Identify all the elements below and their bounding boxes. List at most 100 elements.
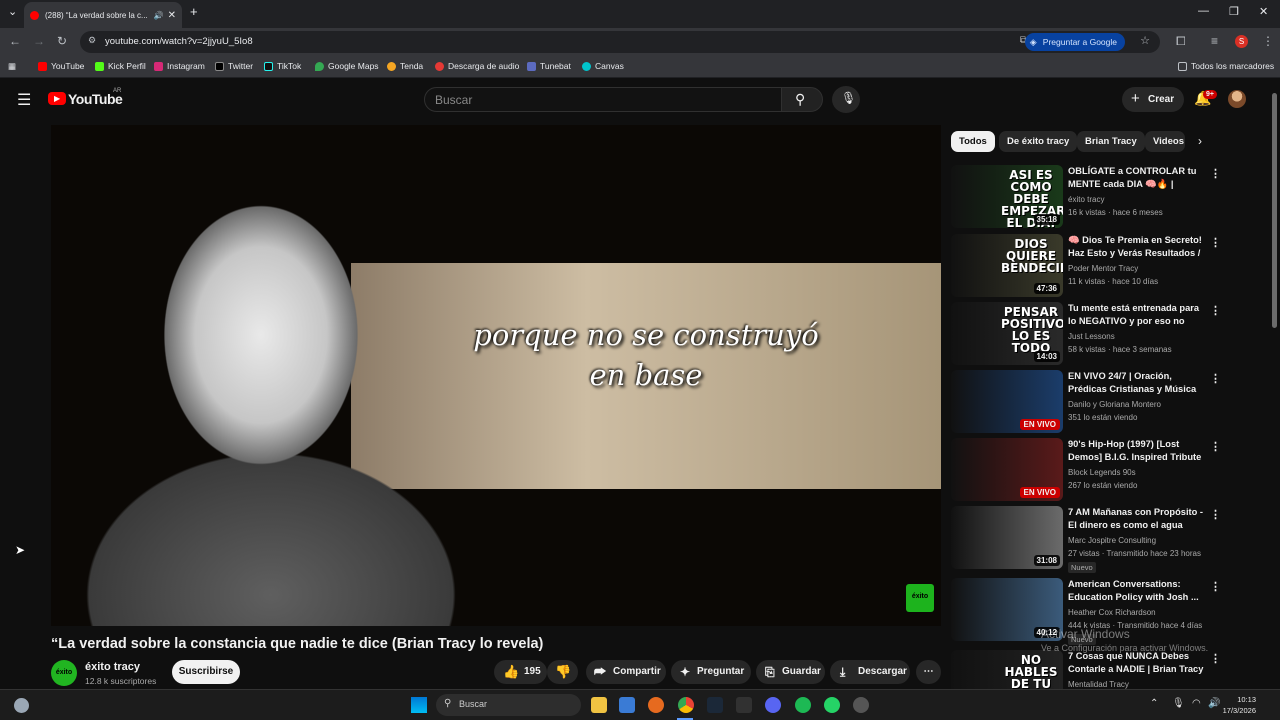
recommendation-title[interactable]: 7 Cosas que NUNCA Debes Contarle a NADIE… [1068,650,1206,676]
taskbar-search[interactable]: ⚲ Buscar [436,694,581,716]
chrome-icon[interactable] [678,697,694,713]
windows-start-icon[interactable] [411,697,427,713]
chip-brian-tracy[interactable]: Brian Tracy [1077,131,1145,152]
search-button[interactable]: ⚲ [781,87,823,112]
save-button[interactable]: ⎘ Guardar [756,660,825,684]
tray-chevron-icon[interactable]: ⌃ [1150,698,1158,709]
file-explorer-icon[interactable] [591,697,607,713]
audio-icon[interactable]: 🔊 [154,11,164,20]
restore-icon[interactable]: ❐ [1229,5,1239,18]
recommendation-item[interactable]: EN VIVO EN VIVO 24/7 | Oración, Prédicas … [951,370,1221,434]
chip-from-channel[interactable]: De éxito tracy [999,131,1078,152]
video-thumbnail[interactable]: 31:08 [951,506,1063,569]
recommendation-item[interactable]: 31:08 7 AM Mañanas con Propósito - El din… [951,506,1221,573]
tab-search-icon[interactable]: ⌄ [8,5,17,18]
volume-icon[interactable]: 🔊 [1208,698,1220,709]
weather-icon[interactable] [14,698,29,713]
more-vertical-icon[interactable]: ⋮ [1210,508,1221,521]
close-tab-icon[interactable]: ✕ [168,10,176,21]
chrome-menu-icon[interactable]: ⋮ [1262,34,1274,48]
video-thumbnail[interactable]: EN VIVO [951,438,1063,501]
recommendation-title[interactable]: EN VIVO 24/7 | Oración, Prédicas Cristia… [1068,370,1206,397]
recommendation-item[interactable]: DIOS QUIERE BENDECIRTE 47:36 🧠 Dios Te Pre… [951,234,1221,298]
download-button[interactable]: ⤓ Descargar [830,660,910,684]
channel-avatar[interactable]: éxito [51,660,77,686]
url-text[interactable]: youtube.com/watch?v=2jjyuU_5Io8 [105,36,253,47]
microphone-tray-icon[interactable]: 🎙 [1172,698,1185,709]
more-vertical-icon[interactable]: ⋮ [1210,440,1221,453]
bookmark-canvas[interactable]: Canvas [582,61,624,71]
profile-avatar[interactable]: S [1235,35,1248,48]
bookmark-audio-download[interactable]: Descarga de audio [435,61,519,71]
video-thumbnail[interactable]: EN VIVO [951,370,1063,433]
chip-all[interactable]: Todos [951,131,995,152]
omnibox[interactable]: ⚙ youtube.com/watch?v=2jjyuU_5Io8 ⧉ ◈ Pr… [80,31,1160,53]
share-button[interactable]: ⮫ Compartir [586,660,666,684]
more-vertical-icon[interactable]: ⋮ [1210,167,1221,180]
subscribe-button[interactable]: Suscribirse [172,660,240,684]
browser-tab[interactable]: (288) “La verdad sobre la c... 🔊 ✕ [24,2,182,28]
all-bookmarks[interactable]: Todos los marcadores [1178,61,1274,71]
video-thumbnail[interactable]: ASI ES COMO DEBE EMPEZAR EL DIA! 35:18 [951,165,1063,228]
chevron-right-icon[interactable]: › [1198,134,1202,148]
bookmark-tiktok[interactable]: TikTok [264,61,301,71]
like-button[interactable]: 👍 195 [494,660,547,684]
chip-videos[interactable]: Videos [1145,131,1185,152]
brave-icon[interactable] [648,697,664,713]
video-thumbnail[interactable]: DIOS QUIERE BENDECIRTE 47:36 [951,234,1063,297]
more-vertical-icon[interactable]: ⋮ [1210,580,1221,593]
whatsapp-icon[interactable] [824,697,840,713]
channel-name[interactable]: éxito tracy [85,661,140,673]
video-player[interactable]: porque no se construyó en base éxito [51,125,941,626]
create-button[interactable]: + Crear [1122,87,1184,112]
recommendation-item[interactable]: PENSAR POSITIVO LO ES TODO 14:03 Tu mente … [951,302,1221,366]
recommendation-title[interactable]: OBLÍGATE a CONTROLAR tu MENTE cada DIA 🧠… [1068,165,1206,192]
youtube-logo-icon[interactable]: ▶ [48,92,66,105]
more-vertical-icon[interactable]: ⋮ [1210,304,1221,317]
search-input[interactable]: Buscar [424,87,782,112]
discord-icon[interactable] [765,697,781,713]
recommendation-title[interactable]: 7 AM Mañanas con Propósito - El dinero e… [1068,506,1206,532]
apps-grid-icon[interactable]: ▦ [8,61,16,72]
store-icon[interactable] [619,697,635,713]
account-avatar[interactable] [1228,90,1246,108]
recommendation-item[interactable]: EN VIVO 90's Hip-Hop (1997) [Lost Demos] … [951,438,1221,502]
bookmark-youtube[interactable]: YouTube [38,61,84,71]
reading-list-icon[interactable]: ≡ [1211,34,1218,48]
back-icon[interactable]: ← [9,34,21,48]
bookmark-kick[interactable]: Kick Perfil [95,61,146,71]
wifi-icon[interactable]: ◠ [1192,698,1201,709]
voice-search-button[interactable]: 🎙 [832,86,860,113]
epic-games-icon[interactable] [736,697,752,713]
bookmark-twitter[interactable]: Twitter [215,61,253,71]
video-thumbnail[interactable]: PENSAR POSITIVO LO ES TODO 14:03 [951,302,1063,365]
bookmark-google-maps[interactable]: Google Maps [315,61,379,71]
more-actions-button[interactable]: ⋯ [916,660,941,684]
more-vertical-icon[interactable]: ⋮ [1210,372,1221,385]
reload-icon[interactable]: ↻ [57,34,67,48]
system-clock[interactable]: 10:13 17/3/2026 [1223,694,1256,716]
recommendation-item[interactable]: ASI ES COMO DEBE EMPEZAR EL DIA! 35:18 OBL… [951,165,1221,229]
recommendation-title[interactable]: 90's Hip-Hop (1997) [Lost Demos] B.I.G. … [1068,438,1206,465]
recommendation-title[interactable]: 🧠 Dios Te Premia en Secreto! Haz Esto y … [1068,234,1206,261]
new-tab-icon[interactable]: + [190,4,198,19]
recommendation-title[interactable]: American Conversations: Education Policy… [1068,578,1206,604]
more-vertical-icon[interactable]: ⋮ [1210,236,1221,249]
recommendation-title[interactable]: Tu mente está entrenada para lo NEGATIVO… [1068,302,1206,329]
bookmark-star-icon[interactable]: ☆ [1140,34,1150,47]
steam-icon[interactable] [707,697,723,713]
dislike-button[interactable]: 👎 [547,660,578,684]
more-vertical-icon[interactable]: ⋮ [1210,652,1221,665]
close-window-icon[interactable]: ✕ [1259,5,1268,18]
minimize-icon[interactable]: — [1198,5,1209,17]
spotify-icon[interactable] [795,697,811,713]
bookmark-tunebat[interactable]: Tunebat [527,61,571,71]
obs-icon[interactable] [853,697,869,713]
menu-icon[interactable]: ☰ [17,90,31,110]
page-scrollbar[interactable] [1272,93,1277,328]
site-info-icon[interactable]: ⚙ [88,35,96,46]
bookmark-instagram[interactable]: Instagram [154,61,205,71]
forward-icon[interactable]: → [33,34,45,48]
channel-watermark[interactable]: éxito [906,584,934,612]
bookmark-tenda[interactable]: Tenda [387,61,423,71]
